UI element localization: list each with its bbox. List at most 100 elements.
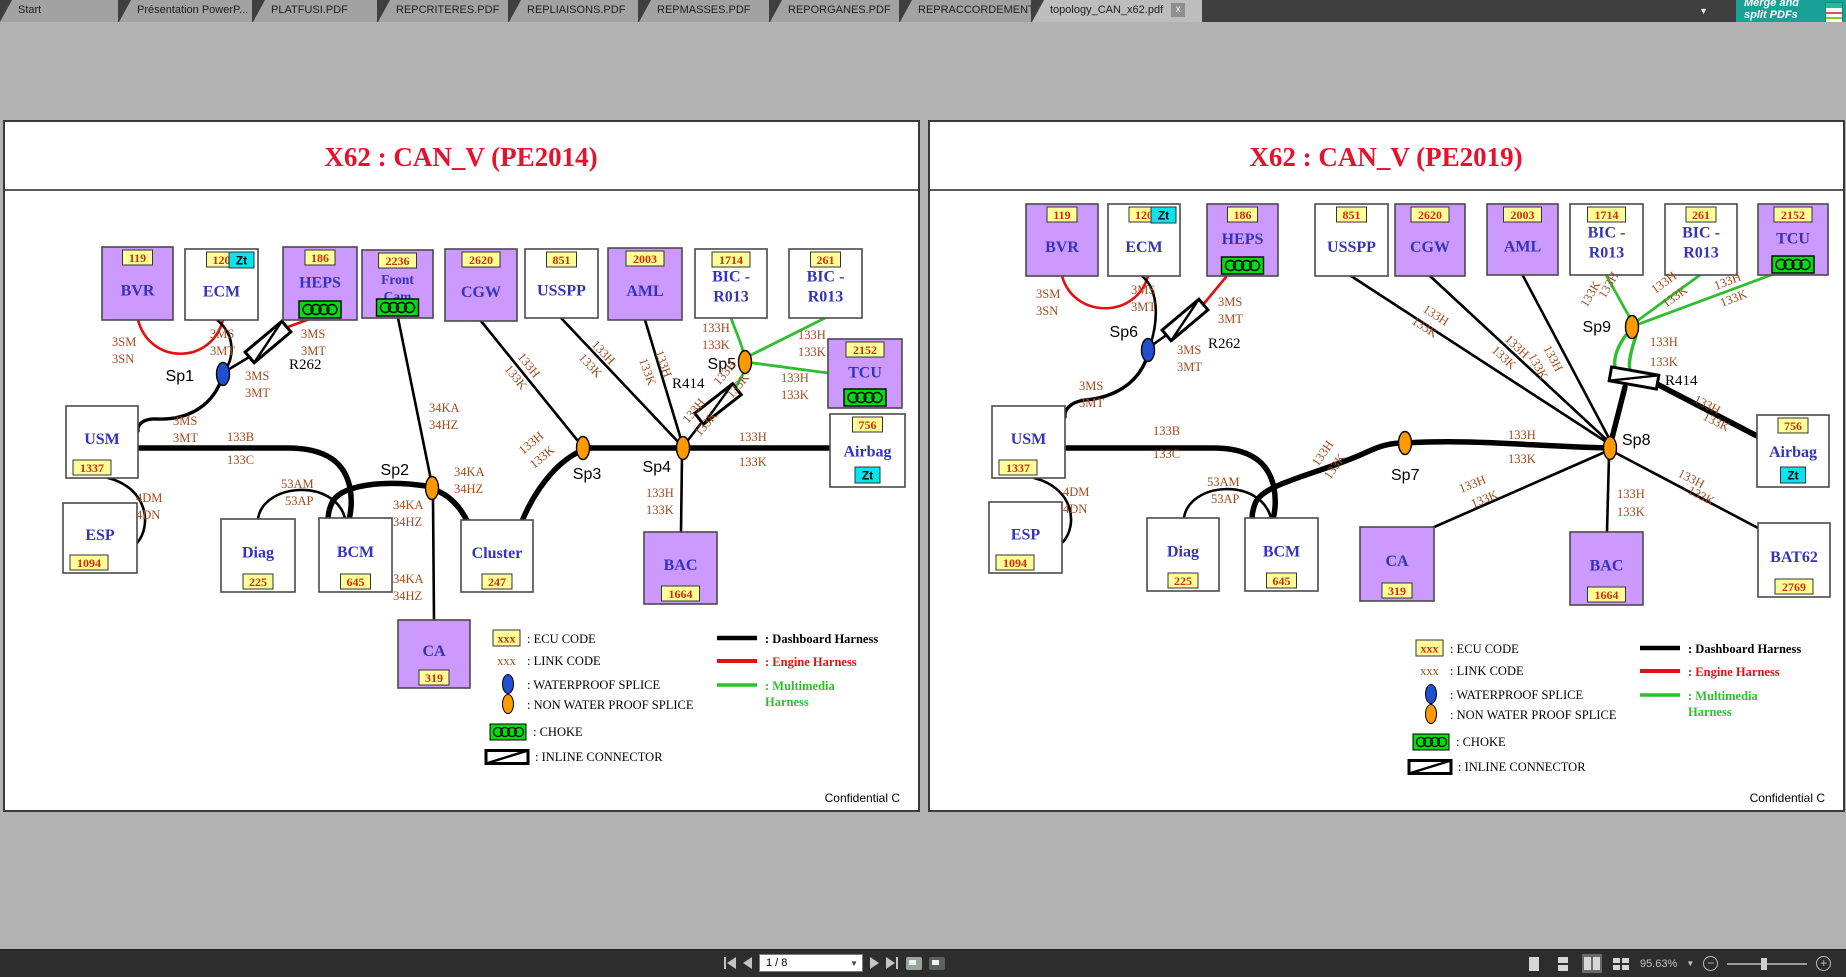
svg-text:xxx: xxx <box>1421 642 1439 656</box>
svg-text:: INLINE CONNECTOR: : INLINE CONNECTOR <box>535 750 663 764</box>
tcu-choke-icon <box>1771 255 1815 274</box>
ecu-name: BCM <box>337 544 374 561</box>
link-code-label: 133K <box>1650 355 1678 369</box>
tab-repcriteres[interactable]: REPCRITERES.PDF <box>378 0 508 22</box>
ecu-code: 186 <box>311 251 329 265</box>
single-page-layout-button[interactable] <box>1524 954 1544 973</box>
tab-repmasses[interactable]: REPMASSES.PDF <box>639 0 769 22</box>
tab-close-icon[interactable]: x <box>1171 3 1186 17</box>
ecu-name: Airbag <box>844 444 892 461</box>
ecu-name: ESP <box>85 527 115 544</box>
pdf-page-right[interactable]: X62 : CAN_V (PE2019) R262 R414 119 BVR 120 Zt E… <box>928 120 1845 812</box>
zoom-in-button[interactable]: + <box>1816 956 1832 971</box>
splice-label-sp7: Sp7 <box>1391 467 1420 484</box>
tab-label: REPLIAISONS.PDF <box>527 4 626 16</box>
ecu-name: R013 <box>1589 245 1625 262</box>
tab-presentation[interactable]: Présentation PowerP... <box>119 0 252 22</box>
svg-text:: WATERPROOF SPLICE: : WATERPROOF SPLICE <box>527 678 660 692</box>
status-bar: 1 / 8 ▼ 95.63% ▼ − + <box>0 949 1846 977</box>
zoom-slider[interactable] <box>1727 957 1808 971</box>
link-code-label: 133K <box>1701 409 1732 434</box>
ecu-code: 261 <box>1692 208 1710 222</box>
splice-sp7 <box>1397 430 1413 456</box>
ecu-box-usm: 1337 USM <box>65 405 139 479</box>
ecu-name: USSPP <box>1327 239 1376 256</box>
ecu-code: 261 <box>817 253 835 267</box>
link-code-label: 34KA <box>454 465 485 479</box>
zoom-out-button[interactable]: − <box>1703 956 1719 971</box>
link-code-label: 133H <box>1650 335 1678 349</box>
link-code-label: 34HZ <box>429 418 458 432</box>
link-code-label: 3MS <box>173 414 197 428</box>
svg-text:: ECU CODE: : ECU CODE <box>1450 642 1519 656</box>
tab-repliaisons[interactable]: REPLIAISONS.PDF <box>509 0 638 22</box>
first-page-button[interactable] <box>723 954 736 972</box>
ecu-code: 247 <box>488 575 506 589</box>
link-code-label: 3MS <box>210 327 234 341</box>
link-code-label: 34HZ <box>393 515 422 529</box>
page-number-input[interactable]: 1 / 8 ▼ <box>759 954 863 972</box>
previous-page-icon <box>743 957 752 969</box>
next-page-button[interactable] <box>870 954 879 972</box>
ecu-code: 1094 <box>1003 556 1027 570</box>
page-title: X62 : CAN_V (PE2014) <box>324 142 597 172</box>
link-code-label: 3MS <box>1079 379 1103 393</box>
tab-repraccordements[interactable]: REPRACCORDEMENTS... <box>900 0 1031 22</box>
link-code-label: 3MS <box>1218 295 1242 309</box>
ecu-code: 1664 <box>1595 588 1619 602</box>
link-code-label: 34KA <box>393 498 424 512</box>
continuous-layout-button[interactable] <box>1553 954 1573 973</box>
link-code-label: 3MS <box>301 327 325 341</box>
connector-label-r414: R414 <box>672 376 705 392</box>
legend-choke-icon <box>1412 733 1450 751</box>
tab-overflow-button[interactable]: ▼ <box>1699 6 1708 16</box>
splice-sp9 <box>1624 314 1640 340</box>
ecu-box-bcm: 645 BCM <box>1244 517 1319 592</box>
ecu-code: 1714 <box>719 253 743 267</box>
confidential-note: Confidential C <box>1750 791 1826 805</box>
svg-text:: Dashboard Harness: : Dashboard Harness <box>1688 642 1801 656</box>
tab-reporganes[interactable]: REPORGANES.PDF <box>770 0 899 22</box>
zoom-level[interactable]: 95.63% <box>1640 958 1677 970</box>
legend-inline-connector-icon <box>1407 759 1453 775</box>
svg-text:: ECU CODE: : ECU CODE <box>527 632 596 646</box>
ecu-code: 2620 <box>469 253 493 267</box>
ecu-name: CGW <box>1410 239 1450 256</box>
next-page-icon <box>870 957 879 969</box>
zoom-dropdown-caret-icon[interactable]: ▼ <box>1686 959 1694 968</box>
previous-page-button[interactable] <box>743 954 752 972</box>
legend-waterproof-splice-icon <box>1425 684 1437 704</box>
two-page-layout-button[interactable] <box>1582 954 1602 973</box>
link-code-label: 3SN <box>1036 304 1058 318</box>
next-view-button[interactable] <box>929 956 945 970</box>
ecu-code: 319 <box>425 671 443 685</box>
splice-sp4 <box>675 435 691 461</box>
two-page-continuous-layout-button[interactable] <box>1611 954 1631 973</box>
ecu-name: R013 <box>713 289 749 306</box>
tab-topology[interactable]: topology_CAN_x62.pdf x <box>1032 0 1202 22</box>
pdf-page-left[interactable]: X62 : CAN_V (PE2014) R262 R414 119 BVR 120 Zt E… <box>3 120 920 812</box>
previous-view-button[interactable] <box>906 956 922 970</box>
tab-start[interactable]: Start <box>0 0 118 22</box>
zt-label: Zt <box>1787 469 1798 483</box>
link-code-label: 133K <box>702 338 730 352</box>
ecu-box-tcu: 2152 TCU <box>1757 203 1829 276</box>
link-code-label: 133K <box>1686 483 1717 508</box>
last-page-button[interactable] <box>886 954 899 972</box>
ecu-name: TCU <box>1776 231 1810 248</box>
svg-text:xxx: xxx <box>497 654 517 668</box>
ecu-box-cgw: 2620 CGW <box>1394 203 1466 277</box>
link-code-label: 133H <box>1617 487 1645 501</box>
tcu-choke-icon <box>843 388 887 407</box>
tab-platfusi[interactable]: PLATFUSI.PDF <box>253 0 377 22</box>
ecu-box-bvr: 119 BVR <box>1025 203 1099 277</box>
tab-label: REPMASSES.PDF <box>657 4 751 16</box>
ecu-name: BIC - <box>807 269 845 286</box>
link-code-label: 34HZ <box>393 589 422 603</box>
ecu-name: CGW <box>461 284 501 301</box>
ecu-code: 119 <box>1053 208 1070 222</box>
zoom-slider-handle[interactable] <box>1761 957 1768 970</box>
svg-text:: WATERPROOF SPLICE: : WATERPROOF SPLICE <box>1450 688 1583 702</box>
splice-label-sp4: Sp4 <box>643 459 672 476</box>
zt-label: Zt <box>862 469 873 483</box>
